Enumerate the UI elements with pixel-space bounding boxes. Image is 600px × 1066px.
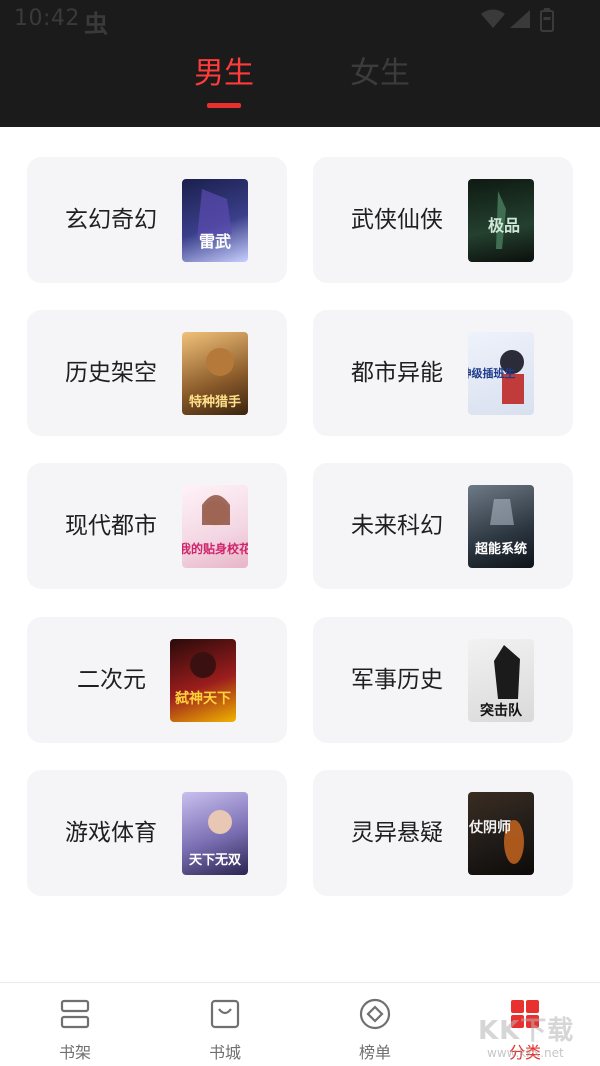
cover-title: 特种猎手 [189,394,241,410]
book-cover-art: 突击队 [480,645,523,719]
battery-icon [540,8,554,32]
category-label: 都市异能 [351,360,443,386]
category-label: 玄幻奇幻 [65,207,157,233]
signal-icon [510,10,530,28]
book-cover: 超能系统 [468,485,534,568]
nav-label: 榜单 [358,1043,391,1062]
book-cover: 仗阴师 [468,792,534,875]
book-cover-art: 弑神天下 [174,652,231,707]
book-cover-art: 极品 [488,191,520,249]
book-cover: 弑神天下 [170,639,236,722]
wifi-icon [481,9,505,28]
nav-label: 书城 [208,1043,241,1062]
book-cover: 神级插班生 [468,332,534,415]
category-card[interactable]: 未来科幻 超能系统 [313,463,573,589]
category-label: 武侠仙侠 [351,207,443,233]
category-label: 历史架空 [65,360,157,386]
book-cover-art: 我的贴身校花 [182,495,248,556]
active-tab-indicator [207,103,241,108]
cover-title: 天下无双 [189,853,241,868]
watermark: KK下载 [478,1016,575,1046]
book-cover-art: 仗阴师 [468,819,524,864]
bookshelf-icon [60,999,90,1029]
category-label: 未来科幻 [351,513,443,539]
cover-title: 超能系统 [475,541,527,557]
category-card[interactable]: 灵异悬疑 仗阴师 [313,770,573,896]
book-cover-art: 天下无双 [189,810,241,868]
cover-title: 我的贴身校花 [182,541,248,556]
watermark-url: www.kkx.net [487,1046,564,1060]
ranking-icon [359,998,391,1030]
nav-label: 书架 [58,1043,91,1062]
tab-female[interactable]: 女生 [350,48,410,92]
category-label: 军事历史 [351,667,443,693]
cover-title: 弑神天下 [174,690,231,707]
book-cover: 特种猎手 [182,332,248,415]
category-card[interactable]: 二次元 弑神天下 [27,617,287,743]
cover-title: 雷武 [199,232,231,251]
category-card[interactable]: 都市异能 神级插班生 [313,310,573,436]
app-header: 10:42 虫 男生 女生 [0,0,600,127]
book-cover: 极品 [468,179,534,262]
category-card[interactable]: 历史架空 特种猎手 [27,310,287,436]
book-cover: 天下无双 [182,792,248,875]
category-card[interactable]: 玄幻奇幻 雷武 [27,157,287,283]
book-cover-art: 神级插班生 [468,350,524,404]
book-cover: 雷武 [182,179,248,262]
cover-title: 突击队 [480,702,523,719]
cover-title: 仗阴师 [468,819,511,836]
bug-icon: 虫 [84,10,108,38]
category-card[interactable]: 现代都市 我的贴身校花 [27,463,287,589]
book-cover-art: 雷武 [197,189,232,251]
nav-item-ranking[interactable]: 榜单 [300,983,450,1066]
category-card[interactable]: 军事历史 突击队 [313,617,573,743]
category-card[interactable]: 游戏体育 天下无双 [27,770,287,896]
category-label: 灵异悬疑 [351,820,443,846]
bookstore-icon [210,999,240,1029]
category-label: 游戏体育 [65,820,157,846]
tab-male[interactable]: 男生 [194,48,254,92]
status-time: 10:42 [14,6,80,31]
book-cover: 突击队 [468,639,534,722]
cover-title: 极品 [488,216,520,235]
category-label: 现代都市 [65,513,157,539]
category-card[interactable]: 武侠仙侠 极品 [313,157,573,283]
book-cover-art: 特种猎手 [189,348,241,410]
book-cover: 我的贴身校花 [182,485,248,568]
cover-title: 神级插班生 [468,366,516,380]
book-cover-art: 超能系统 [475,499,527,557]
category-label: 二次元 [77,667,146,693]
nav-item-bookstore[interactable]: 书城 [150,983,300,1066]
nav-item-bookshelf[interactable]: 书架 [0,983,150,1066]
